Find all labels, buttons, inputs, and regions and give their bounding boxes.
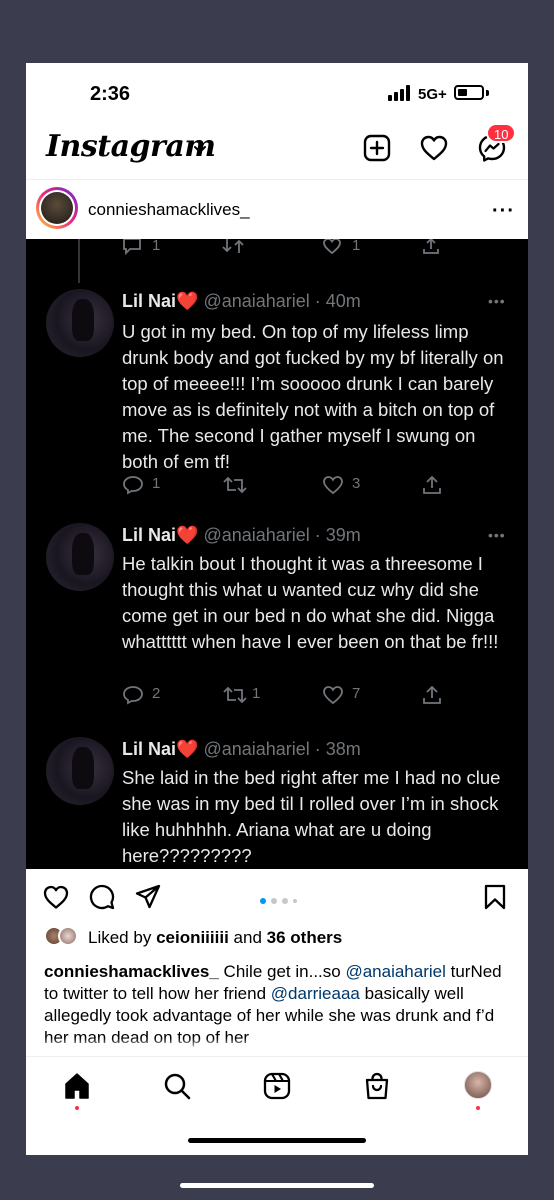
tweet-text: He talkin bout I thought it was a threes… xyxy=(122,553,499,652)
reels-icon[interactable] xyxy=(262,1071,292,1101)
tweet-author: Lil Nai xyxy=(122,291,177,311)
tweet-text: U got in my bed. On top of my lifeless l… xyxy=(122,321,504,472)
like-icon xyxy=(323,476,343,495)
tweet-text: She laid in the bed right after me I had… xyxy=(122,767,501,866)
heart-emoji-icon: ❤️ xyxy=(176,525,199,545)
tweet-author: Lil Nai xyxy=(122,525,177,545)
status-time: 2:36 xyxy=(90,83,131,105)
post-header: conniesha​mack​lives_ ··· xyxy=(26,179,528,239)
reply-icon xyxy=(123,476,143,495)
post-caption: conniesha​mack​lives_ Chile get in...so … xyxy=(44,962,502,1047)
tweet-actions-partial: 1 1 xyxy=(26,239,528,255)
carousel-dot xyxy=(282,898,288,904)
signal-icon xyxy=(388,85,410,101)
outer-home-indicator xyxy=(180,1183,374,1188)
status-bar: 2:36 5G+ xyxy=(26,63,528,123)
profile-icon[interactable] xyxy=(464,1071,492,1099)
bookmark-icon[interactable] xyxy=(481,883,509,911)
mention-link[interactable]: @anaiahariel xyxy=(345,962,445,981)
post-actions xyxy=(26,869,528,921)
tweet-actions: 2 1 7 xyxy=(122,683,462,705)
post-avatar[interactable] xyxy=(36,187,78,229)
retweet-icon xyxy=(223,476,247,494)
comment-icon[interactable] xyxy=(88,883,116,911)
heart-emoji-icon: ❤️ xyxy=(176,291,199,311)
search-icon[interactable] xyxy=(162,1071,192,1101)
share-icon[interactable] xyxy=(134,883,162,911)
likes-text[interactable]: Liked by ceioniiiiii and 36 others xyxy=(88,928,342,948)
caption-username[interactable]: conniesha​mack​lives_ xyxy=(44,962,219,981)
profile-activity-dot xyxy=(476,1106,480,1110)
heart-emoji-icon: ❤️ xyxy=(176,739,199,759)
likes-row: Liked by ceioniiiiii and 36 others xyxy=(26,925,528,951)
shop-icon[interactable] xyxy=(362,1071,392,1101)
carousel-dot xyxy=(260,898,266,904)
retweet-icon xyxy=(223,686,247,704)
like-icon xyxy=(323,686,343,705)
carousel-dot xyxy=(293,899,297,903)
plus-square-icon[interactable] xyxy=(362,133,392,163)
carousel-indicator xyxy=(260,898,320,906)
app-header: Instagram 10 xyxy=(26,123,528,179)
tweet-avatar xyxy=(46,737,114,805)
home-indicator xyxy=(188,1138,366,1143)
heart-icon[interactable] xyxy=(419,133,449,163)
reply-icon xyxy=(123,686,143,705)
battery-icon xyxy=(454,85,484,100)
tweet-handle: @anaiahariel · 39m xyxy=(203,525,361,545)
tweet-avatar xyxy=(46,523,114,591)
post-image[interactable]: 1 1 Lil Nai❤️ @anaiahariel · 40m ••• U g… xyxy=(26,239,528,869)
tweet-author: Lil Nai xyxy=(122,739,177,759)
home-activity-dot xyxy=(75,1106,79,1110)
home-icon[interactable] xyxy=(62,1071,92,1101)
post-username[interactable]: conniesha​mack​lives_ xyxy=(88,200,250,220)
carousel-dot xyxy=(271,898,277,904)
chevron-down-icon[interactable] xyxy=(192,141,208,157)
upload-icon xyxy=(423,475,441,494)
network-type: 5G+ xyxy=(418,86,447,103)
instagram-logo[interactable]: Instagram xyxy=(46,129,216,164)
tweet-more-icon: ••• xyxy=(488,293,506,309)
tweet-handle: @anaiahariel · 40m xyxy=(203,291,361,311)
phone-screen: 2:36 5G+ Instagram 10 xyxy=(26,63,528,1155)
tweet-handle: @anaiahariel · 38m xyxy=(203,739,361,759)
more-icon[interactable]: ··· xyxy=(492,200,515,223)
liker-avatar xyxy=(58,926,78,946)
notification-badge: 10 xyxy=(486,123,517,143)
tweet-avatar xyxy=(46,289,114,357)
tweet-actions: 1 3 xyxy=(122,473,462,495)
upload-icon xyxy=(423,685,441,704)
mention-link[interactable]: @darrieaaa xyxy=(271,984,360,1003)
tweet-more-icon: ••• xyxy=(488,527,506,543)
like-heart-icon[interactable] xyxy=(42,883,70,911)
